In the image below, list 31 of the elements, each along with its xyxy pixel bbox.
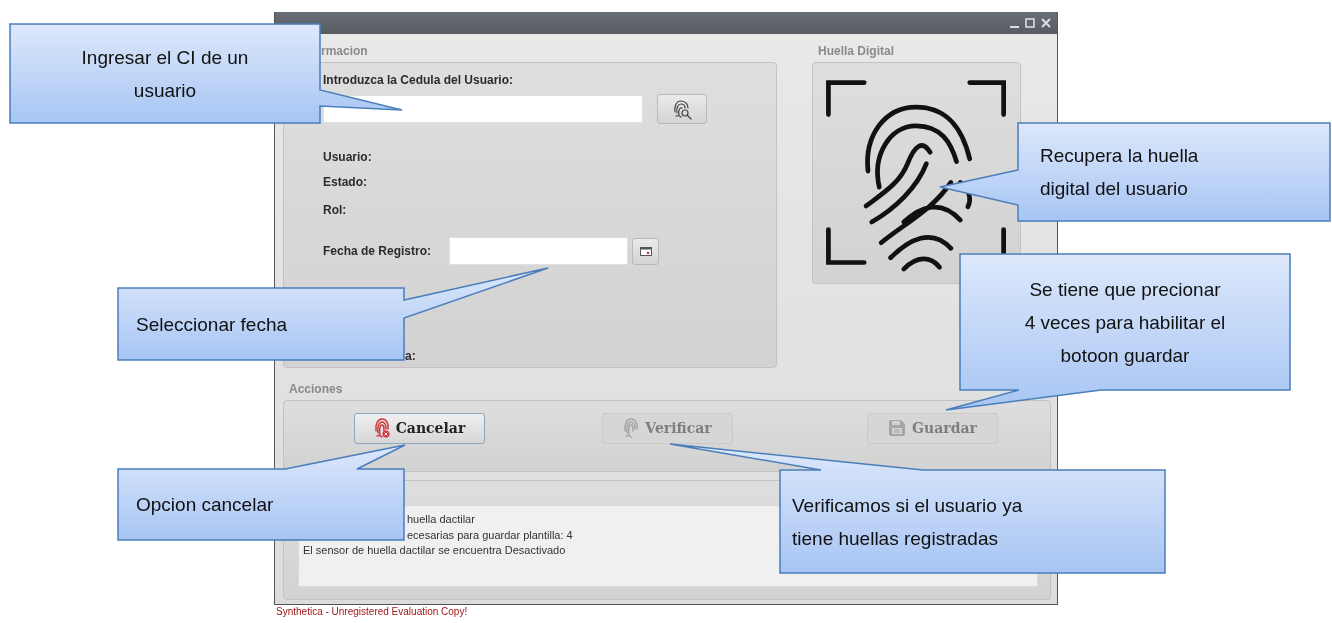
field-label: Rol:: [323, 203, 347, 217]
field-label: a:: [405, 349, 416, 363]
fingerprint-icon: [373, 417, 390, 439]
cedula-input[interactable]: [323, 95, 643, 123]
search-button[interactable]: [657, 94, 707, 124]
callout-text: Seleccionar fecha: [136, 312, 288, 337]
log-line: huella dactilar: [407, 512, 475, 527]
date-input[interactable]: [449, 237, 628, 265]
save-icon: [888, 419, 907, 437]
field-label: Fecha de Registro:: [323, 244, 433, 258]
log-line: ecesarias para guardar plantilla: 4: [407, 527, 573, 543]
callout-text: Se tiene que precionar 4 veces para habilitar el botoon guardar: [1024, 277, 1226, 368]
fingerprint-icon: [623, 417, 640, 439]
calendar-icon: [639, 246, 652, 256]
fingerprint-search-icon: [672, 98, 692, 120]
action-button[interactable]: Cancelar: [354, 412, 485, 444]
field-label: Estado:: [323, 175, 367, 189]
group-title: rmacion: [321, 44, 368, 58]
field-label: Introduzca la Cedula del Usuario:: [323, 73, 514, 87]
callout-text: Ingresar el CI de un usuario: [81, 45, 249, 103]
close-icon[interactable]: [1041, 18, 1051, 28]
maximize-icon[interactable]: [1025, 18, 1035, 28]
log-line: El sensor de huella dactilar se encuentra Desactivado: [303, 543, 566, 558]
group-title: Huella Digital: [818, 44, 894, 58]
callout-text: Opcion cancelar: [136, 493, 274, 517]
footer-text: Synthetica - Unregistered Evaluation Copy!: [276, 606, 468, 617]
callout-text: Recupera la huella digital del usuario: [1040, 144, 1199, 201]
field-label: Usuario:: [323, 150, 372, 164]
calendar-button[interactable]: [632, 237, 659, 265]
callout-text: Verificamos si el usuario ya tiene huellas registradas: [792, 493, 1023, 551]
group-title: Acciones: [289, 382, 343, 396]
